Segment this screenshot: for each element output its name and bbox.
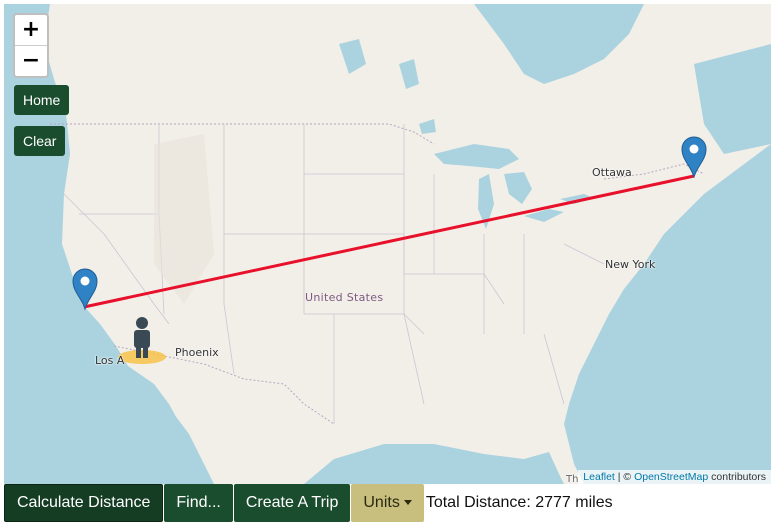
label-phoenix: Phoenix xyxy=(175,346,219,359)
units-label: Units xyxy=(363,494,400,511)
label-new-york: New York xyxy=(605,258,656,271)
label-los-angeles: Los A xyxy=(95,354,125,367)
attribution-copyright: © xyxy=(623,471,632,483)
route-line xyxy=(83,174,695,309)
zoom-out-button[interactable]: − xyxy=(15,46,47,76)
map-attribution: Leaflet | © OpenStreetMap contributors xyxy=(578,470,771,484)
caret-down-icon xyxy=(403,500,412,506)
map-marker-icon[interactable] xyxy=(72,268,98,310)
map-view[interactable]: Ottawa New York Phoenix Los A United Sta… xyxy=(4,4,771,484)
zoom-control: + − xyxy=(13,13,49,78)
calculate-distance-button[interactable]: Calculate Distance xyxy=(4,484,164,522)
create-trip-button[interactable]: Create A Trip xyxy=(233,484,351,522)
units-dropdown[interactable]: Units xyxy=(351,484,424,522)
osm-link[interactable]: OpenStreetMap xyxy=(634,471,708,483)
label-united-states: United States xyxy=(305,291,384,304)
total-distance: Total Distance: 2777 miles xyxy=(425,494,613,511)
leaflet-link[interactable]: Leaflet xyxy=(583,471,615,483)
home-button[interactable]: Home xyxy=(14,85,70,115)
label-ottawa: Ottawa xyxy=(592,166,632,179)
toolbar: Calculate Distance Find... Create A Trip… xyxy=(4,484,613,522)
clear-button[interactable]: Clear xyxy=(14,126,66,156)
zoom-in-button[interactable]: + xyxy=(15,15,47,46)
attribution-separator: | xyxy=(617,471,621,483)
label-edge: Th xyxy=(566,474,579,484)
attribution-contributors: contributors xyxy=(711,471,766,483)
map-marker-icon[interactable] xyxy=(681,136,707,178)
find-button[interactable]: Find... xyxy=(164,484,233,522)
